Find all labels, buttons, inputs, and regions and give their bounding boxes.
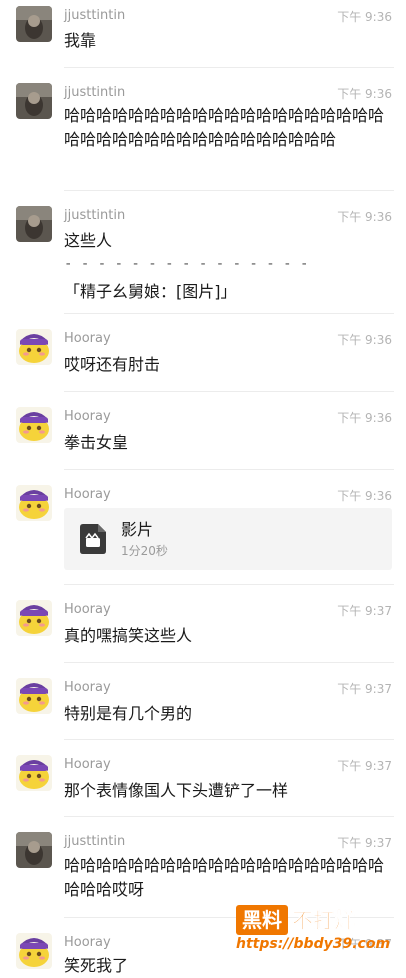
- message-time: 下午 9:37: [337, 682, 392, 696]
- sender-name: jjusttintin: [64, 85, 126, 100]
- avatar-hooray[interactable]: [16, 933, 52, 969]
- sender-name: Hooray: [64, 602, 111, 617]
- message-time: 下午 9:36: [337, 333, 392, 347]
- divider: [64, 67, 394, 68]
- message-text: 我靠: [64, 31, 97, 50]
- sender-name: Hooray: [64, 487, 111, 502]
- divider: [64, 739, 394, 740]
- avatar-jjusttintin[interactable]: [16, 83, 52, 119]
- avatar-hooray[interactable]: [16, 329, 52, 365]
- watermark-logo: 黑料 不打烊: [236, 905, 355, 935]
- video-attachment[interactable]: 影片 1分20秒: [64, 508, 392, 570]
- message-time: 下午 9:37: [337, 836, 392, 850]
- avatar-hooray[interactable]: [16, 485, 52, 521]
- message-text: 真的嘿搞笑这些人: [64, 626, 193, 645]
- message-text: 特别是有几个男的: [64, 704, 193, 723]
- watermark-url: https://bbdy39.com: [236, 936, 391, 952]
- video-duration: 1分20秒: [121, 544, 168, 558]
- divider: [64, 190, 394, 191]
- message-text: 哈哈哈哈哈哈哈哈哈哈哈哈哈哈哈哈哈哈哈哈哈哈哈哈哈哈哈哈哈哈哈哈哈哈哈哈哈: [64, 106, 385, 149]
- message-text: 那个表情像国人下头遭铲了一样: [64, 781, 289, 800]
- sender-name: jjusttintin: [64, 834, 126, 849]
- avatar-hooray[interactable]: [16, 678, 52, 714]
- video-file-icon: [80, 524, 106, 554]
- quoted-message[interactable]: 「精子幺舅娘：[图片]」: [64, 278, 237, 302]
- quote-separator: - - - - - - - - - - - - - - -: [64, 256, 309, 272]
- watermark: 黑料 不打烊 https://bbdy39.com: [236, 905, 396, 955]
- message-time: 下午 9:37: [337, 759, 392, 773]
- divider: [64, 662, 394, 663]
- divider: [64, 816, 394, 817]
- message-time: 下午 9:36: [337, 210, 392, 224]
- avatar-jjusttintin[interactable]: [16, 206, 52, 242]
- sender-name: jjusttintin: [64, 208, 126, 223]
- message-text: 笑死我了: [64, 956, 129, 975]
- sender-name: Hooray: [64, 935, 111, 950]
- avatar-jjusttintin[interactable]: [16, 6, 52, 42]
- message-time: 下午 9:36: [337, 10, 392, 24]
- watermark-text: 不打烊: [292, 909, 356, 934]
- divider: [64, 584, 394, 585]
- sender-name: Hooray: [64, 680, 111, 695]
- message-text: 哈哈哈哈哈哈哈哈哈哈哈哈哈哈哈哈哈哈哈哈哈哈哈哎呀: [64, 856, 385, 899]
- divider: [64, 469, 394, 470]
- message-time: 下午 9:36: [337, 87, 392, 101]
- sender-name: Hooray: [64, 757, 111, 772]
- sender-name: jjusttintin: [64, 8, 126, 23]
- avatar-hooray[interactable]: [16, 407, 52, 443]
- watermark-badge: 黑料: [236, 905, 288, 935]
- avatar-jjusttintin[interactable]: [16, 832, 52, 868]
- message-time: 下午 9:36: [337, 411, 392, 425]
- video-title: 影片: [121, 520, 154, 539]
- avatar-hooray[interactable]: [16, 755, 52, 791]
- message-text: 拳击女皇: [64, 433, 129, 452]
- message-time: 下午 9:36: [337, 489, 392, 503]
- message-time: 下午 9:37: [337, 604, 392, 618]
- avatar-hooray[interactable]: [16, 600, 52, 636]
- message-text: 哎呀还有肘击: [64, 355, 161, 374]
- divider: [64, 313, 394, 314]
- divider: [64, 391, 394, 392]
- sender-name: Hooray: [64, 331, 111, 346]
- sender-name: Hooray: [64, 409, 111, 424]
- message-text: 这些人: [64, 231, 113, 250]
